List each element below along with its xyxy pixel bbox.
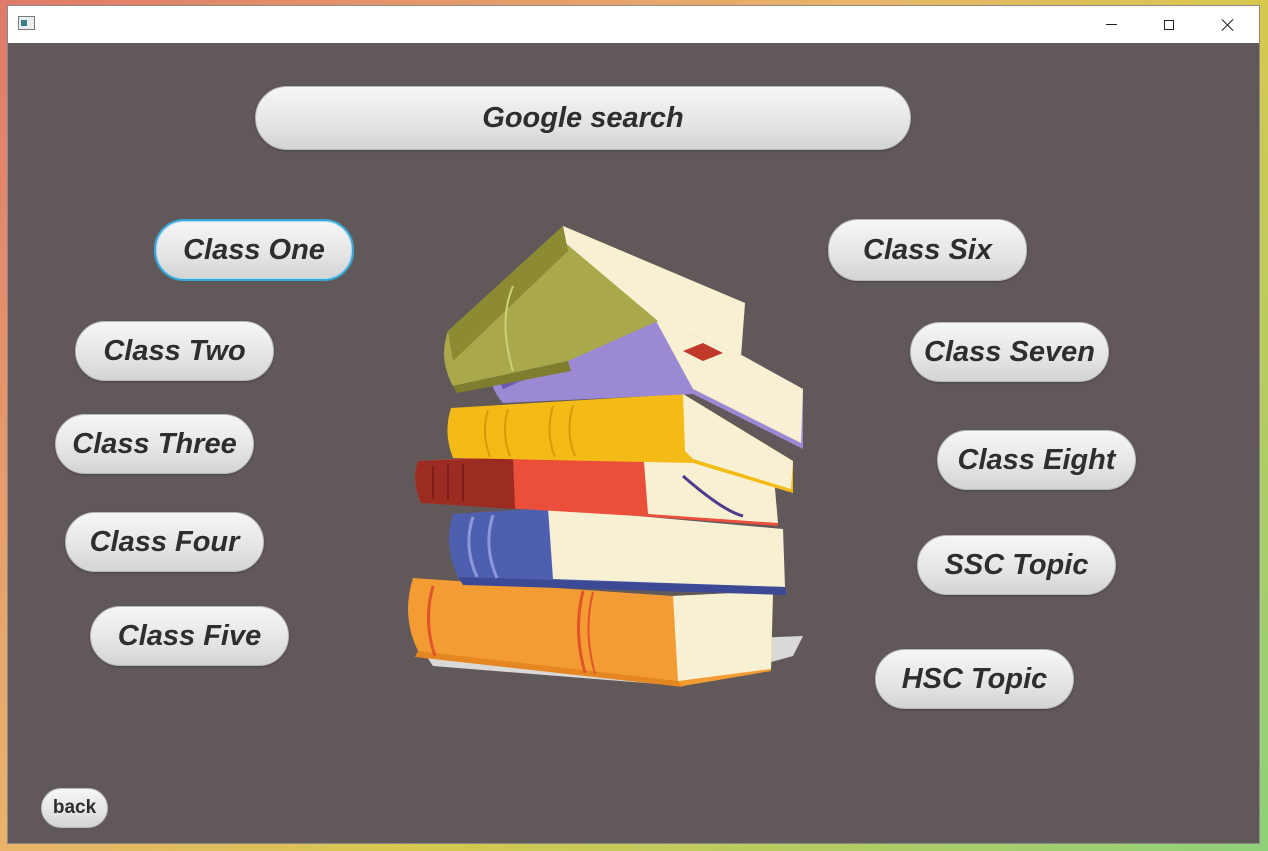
- maximize-icon: [1164, 19, 1174, 30]
- class-one-button[interactable]: Class One: [154, 219, 354, 281]
- app-window: Google search Class One Class Two Class …: [8, 6, 1259, 843]
- class-two-button[interactable]: Class Two: [75, 321, 274, 381]
- app-window-icon: [18, 16, 35, 30]
- class-four-button[interactable]: Class Four: [65, 512, 264, 572]
- hsc-topic-button[interactable]: HSC Topic: [875, 649, 1074, 709]
- ssc-topic-button[interactable]: SSC Topic: [917, 535, 1116, 595]
- class-five-button[interactable]: Class Five: [90, 606, 289, 666]
- class-seven-button[interactable]: Class Seven: [910, 322, 1109, 382]
- minimize-icon: [1105, 24, 1117, 25]
- close-icon: [1221, 18, 1235, 32]
- minimize-button[interactable]: [1088, 6, 1134, 43]
- class-eight-button[interactable]: Class Eight: [937, 430, 1136, 490]
- class-six-button[interactable]: Class Six: [828, 219, 1027, 281]
- google-search-button[interactable]: Google search: [255, 86, 911, 150]
- back-button[interactable]: back: [41, 788, 108, 828]
- title-bar[interactable]: [8, 6, 1259, 43]
- book-stack-illustration: [408, 226, 803, 687]
- close-button[interactable]: [1205, 6, 1251, 43]
- maximize-button[interactable]: [1146, 6, 1192, 43]
- class-three-button[interactable]: Class Three: [55, 414, 254, 474]
